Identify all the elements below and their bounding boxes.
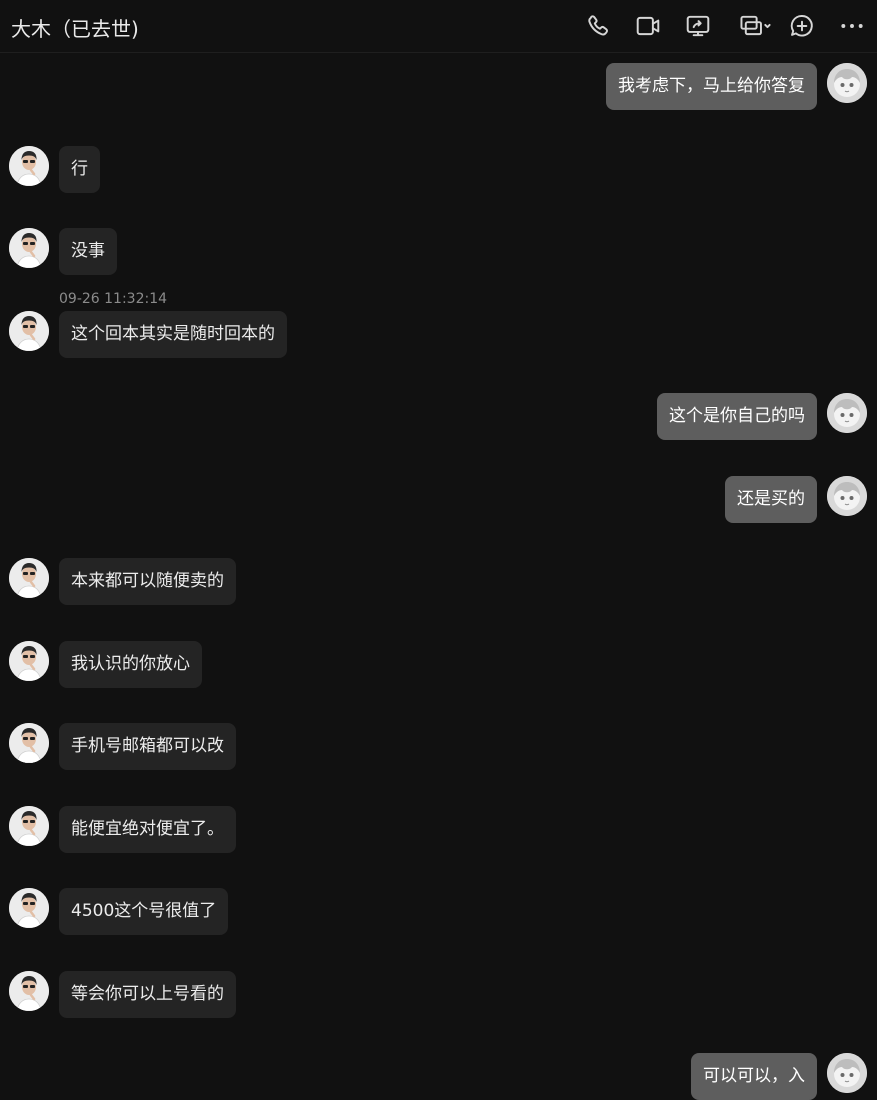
avatar[interactable]: [9, 146, 49, 186]
avatar[interactable]: [9, 723, 49, 763]
message-row: 我考虑下，马上给你答复: [0, 63, 877, 110]
video-call-icon[interactable]: [633, 11, 663, 41]
message-bubble[interactable]: 可以可以，入: [691, 1053, 817, 1100]
message-bubble[interactable]: 本来都可以随便卖的: [59, 558, 236, 605]
message-bubble[interactable]: 能便宜绝对便宜了。: [59, 806, 236, 853]
chat-title: 大木（已去世): [11, 17, 139, 41]
message-bubble[interactable]: 行: [59, 146, 100, 193]
message-row: 这个回本其实是随时回本的 09-26 11:32:14: [0, 291, 877, 358]
avatar[interactable]: [827, 476, 867, 516]
avatar[interactable]: [827, 1053, 867, 1093]
avatar[interactable]: [9, 888, 49, 928]
message-row: 这个是你自己的吗: [0, 393, 877, 440]
message-row: 行: [0, 146, 877, 193]
message-row: 还是买的: [0, 476, 877, 523]
message-row: 我认识的你放心: [0, 641, 877, 688]
message-row: 没事: [0, 228, 877, 275]
avatar[interactable]: [9, 558, 49, 598]
avatar[interactable]: [9, 228, 49, 268]
avatar[interactable]: [9, 806, 49, 846]
avatar[interactable]: [9, 971, 49, 1011]
message-row: 可以可以，入: [0, 1053, 877, 1100]
phone-icon[interactable]: [584, 11, 614, 41]
message-bubble[interactable]: 这个是你自己的吗: [657, 393, 817, 440]
message-row: 手机号邮箱都可以改: [0, 723, 877, 770]
message-bubble[interactable]: 还是买的: [725, 476, 817, 523]
message-row: 等会你可以上号看的: [0, 971, 877, 1018]
message-row: 能便宜绝对便宜了。: [0, 806, 877, 853]
message-bubble[interactable]: 这个回本其实是随时回本的: [59, 311, 287, 358]
chat-header: 大木（已去世): [0, 0, 877, 53]
avatar[interactable]: [9, 641, 49, 681]
message-bubble[interactable]: 等会你可以上号看的: [59, 971, 236, 1018]
message-bubble[interactable]: 4500这个号很值了: [59, 888, 229, 935]
avatar[interactable]: [827, 63, 867, 103]
message-timestamp: 09-26 11:32:14: [59, 291, 168, 307]
message-bubble[interactable]: 我考虑下，马上给你答复: [606, 63, 817, 110]
avatar[interactable]: [9, 311, 49, 351]
message-bubble[interactable]: 我认识的你放心: [59, 641, 202, 688]
more-icon[interactable]: [837, 11, 867, 41]
message-bubble[interactable]: 没事: [59, 228, 117, 275]
screen-share-icon[interactable]: [683, 11, 713, 41]
add-icon[interactable]: [787, 11, 817, 41]
message-row: 本来都可以随便卖的: [0, 558, 877, 605]
remote-assist-icon[interactable]: [733, 11, 777, 41]
avatar[interactable]: [827, 393, 867, 433]
message-bubble[interactable]: 手机号邮箱都可以改: [59, 723, 236, 770]
message-row: 4500这个号很值了: [0, 888, 877, 935]
